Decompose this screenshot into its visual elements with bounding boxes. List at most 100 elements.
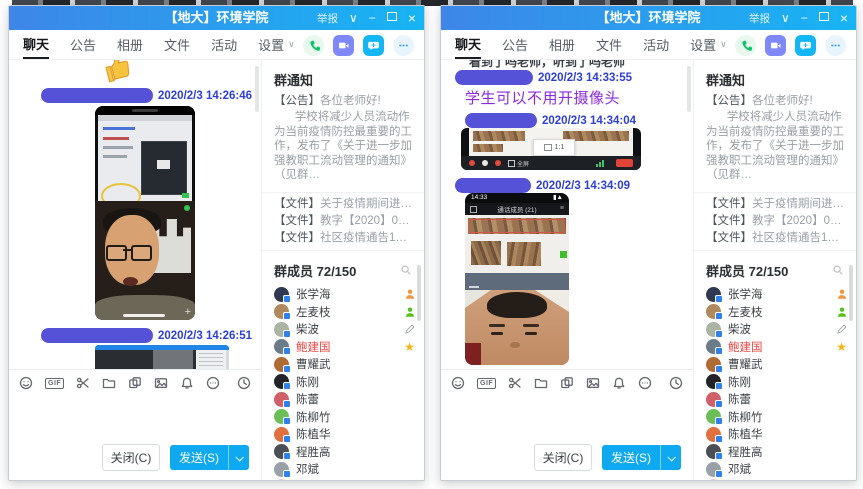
- chat-image-meeting-landscape[interactable]: 1:1 全屏: [461, 128, 641, 170]
- member-row[interactable]: 左麦枝 ★: [274, 303, 420, 321]
- message-history-clock-icon[interactable]: [669, 376, 683, 390]
- member-row[interactable]: 程胜高 ★: [274, 443, 420, 461]
- tab-item[interactable]: 文件: [164, 30, 190, 59]
- file-folder-icon[interactable]: [534, 376, 548, 390]
- collapse-chevron-icon[interactable]: ∨: [781, 6, 790, 30]
- member-row[interactable]: 邓斌 ★: [274, 461, 420, 479]
- close-button[interactable]: ×: [408, 6, 416, 30]
- screen-capture-icon[interactable]: [128, 376, 142, 390]
- group-file-row[interactable]: 【文件】关于疫情期间进一步规范开展…: [694, 196, 856, 213]
- member-row[interactable]: 柴波 ★: [706, 321, 852, 339]
- nudge-bell-icon[interactable]: [180, 376, 194, 390]
- member-list-scrollbar[interactable]: [417, 265, 421, 321]
- member-row[interactable]: 左麦枝 ★: [706, 303, 852, 321]
- voice-call-icon[interactable]: [735, 35, 756, 56]
- member-row[interactable]: 邓娅敏 ★: [274, 478, 420, 481]
- member-row[interactable]: 鲍建国 ★: [706, 338, 852, 356]
- emoji-icon[interactable]: [451, 376, 465, 390]
- member-list-scrollbar[interactable]: [849, 265, 853, 321]
- tab-item[interactable]: 相册: [117, 30, 143, 59]
- member-row[interactable]: 陈柳竹 ★: [706, 408, 852, 426]
- member-row[interactable]: 柴波 ★: [274, 321, 420, 339]
- announcement-body[interactable]: 学校将减少人员流动作为当前疫情防控最重要的工作，发布了《关于进一步加强教职工流动…: [694, 109, 856, 189]
- chat-image-phone-selfie[interactable]: 14:33▮▲ 通话成员 (21)≡: [465, 193, 569, 365]
- screen-capture-icon[interactable]: [560, 376, 574, 390]
- image-icon[interactable]: [586, 376, 600, 390]
- tab-item[interactable]: 设置: [690, 30, 727, 59]
- member-row[interactable]: 曹耀武 ★: [706, 356, 852, 374]
- video-call-icon[interactable]: [333, 35, 354, 56]
- search-members-icon[interactable]: [832, 264, 844, 276]
- member-row[interactable]: 鲍建国 ★: [274, 338, 420, 356]
- announcement-row[interactable]: 【公告】各位老师好!: [262, 94, 424, 109]
- more-actions-icon[interactable]: [393, 35, 414, 56]
- send-button[interactable]: 发送(S): [602, 445, 681, 470]
- chat-image-wide-screenshot[interactable]: [95, 345, 229, 369]
- tab-item[interactable]: 相册: [549, 30, 575, 59]
- tab-item[interactable]: 公告: [70, 30, 96, 59]
- screenshot-scissors-icon[interactable]: [508, 376, 522, 390]
- close-chat-button[interactable]: 关闭(C): [102, 444, 160, 471]
- member-row[interactable]: 曹耀武 ★: [274, 356, 420, 374]
- chat-scrollbar[interactable]: [687, 66, 691, 112]
- group-file-row[interactable]: 【文件】教字【2020】09号 中国地质…: [262, 213, 424, 230]
- voice-call-icon[interactable]: [303, 35, 324, 56]
- gif-icon[interactable]: GIF: [477, 378, 496, 389]
- group-file-row[interactable]: 【文件】社区疫情通告17号（新）.pdf: [694, 230, 856, 247]
- announcement-body[interactable]: 学校将减少人员流动作为当前疫情防控最重要的工作，发布了《关于进一步加强教职工流动…: [262, 109, 424, 189]
- chat-scrollbar[interactable]: [255, 66, 259, 112]
- more-tools-icon[interactable]: [206, 376, 220, 390]
- tab-item[interactable]: 公告: [502, 30, 528, 59]
- screenshot-scissors-icon[interactable]: [76, 376, 90, 390]
- member-row[interactable]: 张学海 ★: [274, 286, 420, 304]
- member-row[interactable]: 陈蕾 ★: [706, 391, 852, 409]
- send-button-label[interactable]: 发送(S): [602, 445, 660, 470]
- member-row[interactable]: 陈蕾 ★: [274, 391, 420, 409]
- emoji-icon[interactable]: [19, 376, 33, 390]
- video-call-icon[interactable]: [765, 35, 786, 56]
- send-button[interactable]: 发送(S): [170, 445, 249, 470]
- tab-item[interactable]: 活动: [211, 30, 237, 59]
- thumbs-up-sticker[interactable]: [100, 60, 137, 86]
- message-history-clock-icon[interactable]: [237, 376, 251, 390]
- member-row[interactable]: 陈刚 ★: [706, 373, 852, 391]
- member-row[interactable]: 陈刚 ★: [274, 373, 420, 391]
- window-titlebar[interactable]: 【地大】环境学院 举报 ∨ − ×: [9, 6, 424, 30]
- send-options-chevron-icon[interactable]: [660, 445, 681, 470]
- file-folder-icon[interactable]: [102, 376, 116, 390]
- chat-message-area[interactable]: 看到了吗老师，听到了吗老师 2020/2/3 14:33:55 学生可以不用开摄…: [441, 60, 693, 369]
- group-file-row[interactable]: 【文件】社区疫情通告17号（新）.pdf: [262, 230, 424, 247]
- member-row[interactable]: 程胜高 ★: [706, 443, 852, 461]
- maximize-button[interactable]: [387, 6, 397, 30]
- tab-item[interactable]: 聊天: [455, 30, 481, 59]
- send-options-chevron-icon[interactable]: [228, 445, 249, 470]
- member-row[interactable]: 陈柳竹 ★: [274, 408, 420, 426]
- report-link[interactable]: 举报: [317, 11, 338, 26]
- minimize-button[interactable]: −: [801, 6, 808, 30]
- member-row[interactable]: 陈植华 ★: [274, 426, 420, 444]
- tab-item[interactable]: 设置: [258, 30, 295, 59]
- group-file-row[interactable]: 【文件】关于疫情期间进一步规范开展…: [262, 196, 424, 213]
- more-actions-icon[interactable]: [825, 35, 846, 56]
- chat-message-area[interactable]: 2020/2/3 14:26:46: [9, 60, 261, 369]
- collapse-chevron-icon[interactable]: ∨: [349, 6, 358, 30]
- close-chat-button[interactable]: 关闭(C): [534, 444, 592, 471]
- tab-item[interactable]: 文件: [596, 30, 622, 59]
- member-row[interactable]: 邓斌 ★: [706, 461, 852, 479]
- nudge-bell-icon[interactable]: [612, 376, 626, 390]
- gif-icon[interactable]: GIF: [45, 378, 64, 389]
- member-row[interactable]: 张学海 ★: [706, 286, 852, 304]
- search-members-icon[interactable]: [400, 264, 412, 276]
- chat-image-phone-meeting[interactable]: +: [95, 106, 195, 320]
- send-button-label[interactable]: 发送(S): [170, 445, 228, 470]
- member-row[interactable]: 邓娅敏 ★: [706, 478, 852, 481]
- tab-item[interactable]: 聊天: [23, 30, 49, 59]
- close-button[interactable]: ×: [840, 6, 848, 30]
- group-call-icon[interactable]: [363, 35, 384, 56]
- maximize-button[interactable]: [819, 6, 829, 30]
- group-file-row[interactable]: 【文件】教字【2020】09号 中国地质…: [694, 213, 856, 230]
- group-call-icon[interactable]: [795, 35, 816, 56]
- tab-item[interactable]: 活动: [643, 30, 669, 59]
- report-link[interactable]: 举报: [749, 11, 770, 26]
- window-titlebar[interactable]: 【地大】环境学院 举报 ∨ − ×: [441, 6, 856, 30]
